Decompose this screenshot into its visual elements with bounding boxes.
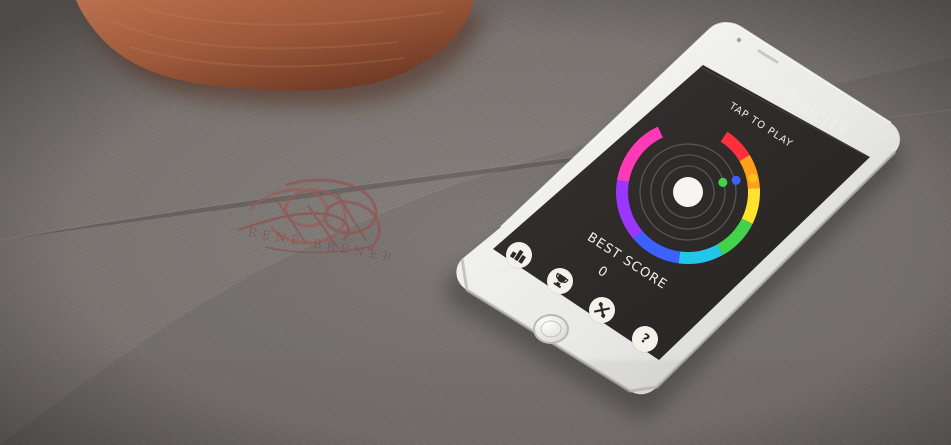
home-button[interactable] [533,314,569,344]
front-camera [736,37,742,43]
tools-glyph [593,301,611,319]
background-photo [0,0,951,445]
trophy-glyph [553,272,569,289]
leaderboard-glyph [509,249,526,264]
photo-scene: RENE BRENER CONCENTRICITY TAP TO PLAY BE… [0,0,951,445]
